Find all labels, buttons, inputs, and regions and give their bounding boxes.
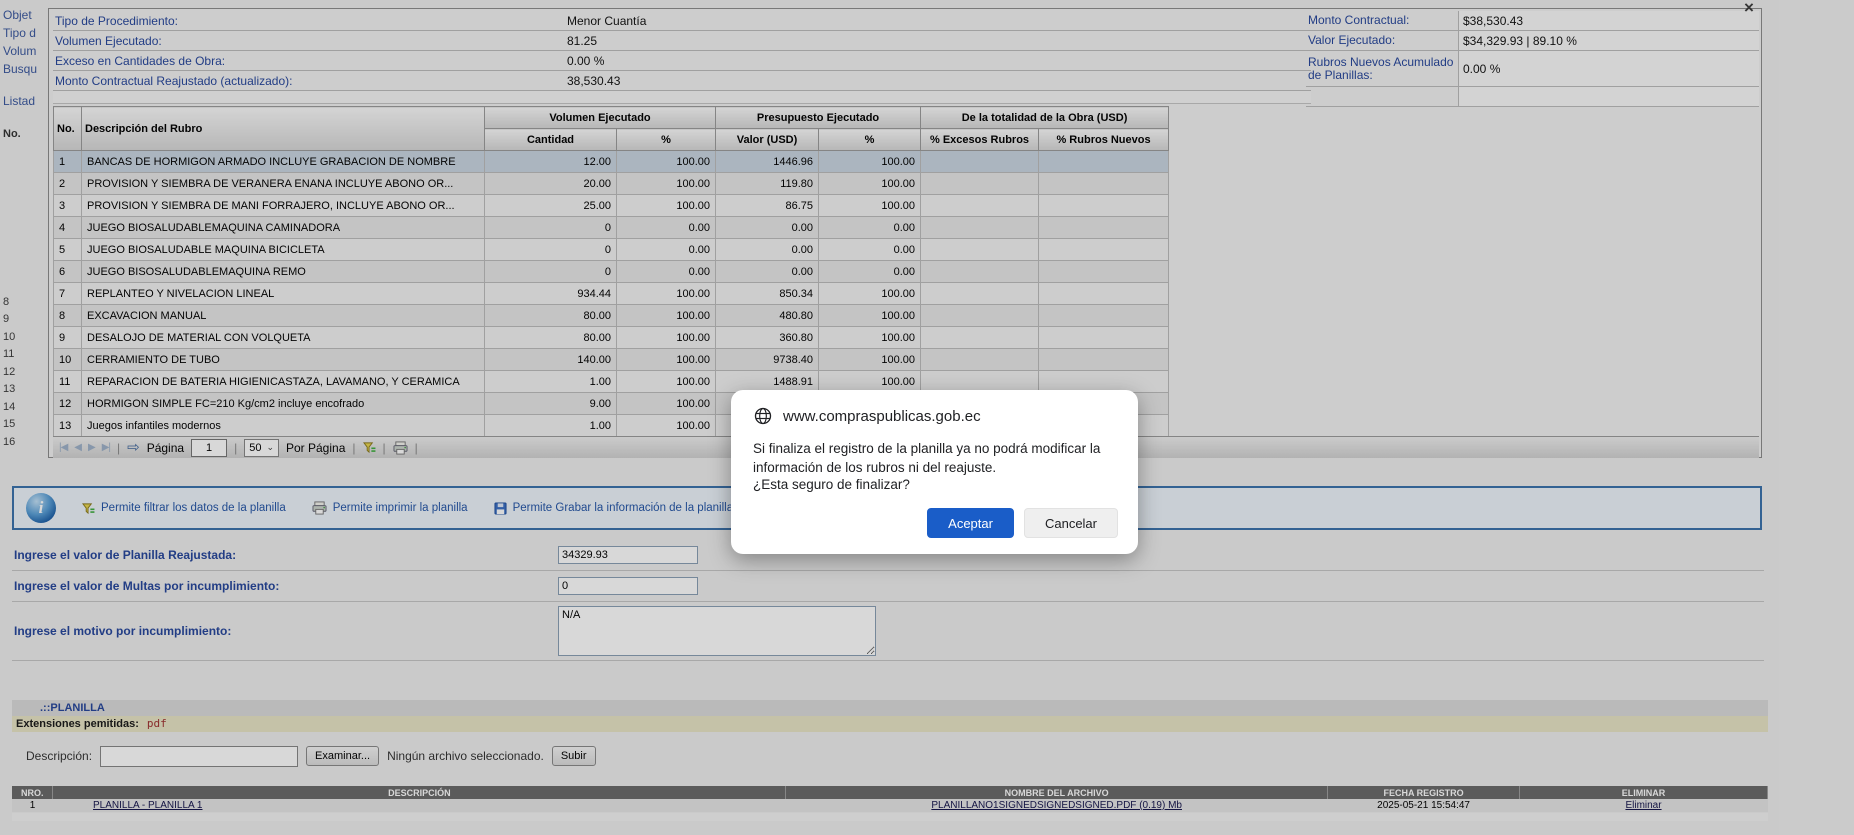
dialog-buttons: Aceptar Cancelar	[753, 508, 1118, 538]
dialog-origin-text: www.compraspublicas.gob.ec	[783, 408, 981, 425]
cancelar-button[interactable]: Cancelar	[1024, 508, 1118, 538]
dialog-question: ¿Esta seguro de finalizar?	[753, 477, 1118, 492]
dialog-origin-row: www.compraspublicas.gob.ec	[753, 406, 1118, 426]
globe-icon	[753, 406, 773, 426]
confirm-dialog: www.compraspublicas.gob.ec Si finaliza e…	[731, 390, 1138, 554]
planilla-page: ObjetTipo dVolumBusquListadNo.8910111213…	[0, 0, 1854, 835]
dialog-message: Si finaliza el registro de la planilla y…	[753, 440, 1121, 477]
aceptar-button[interactable]: Aceptar	[927, 508, 1014, 538]
